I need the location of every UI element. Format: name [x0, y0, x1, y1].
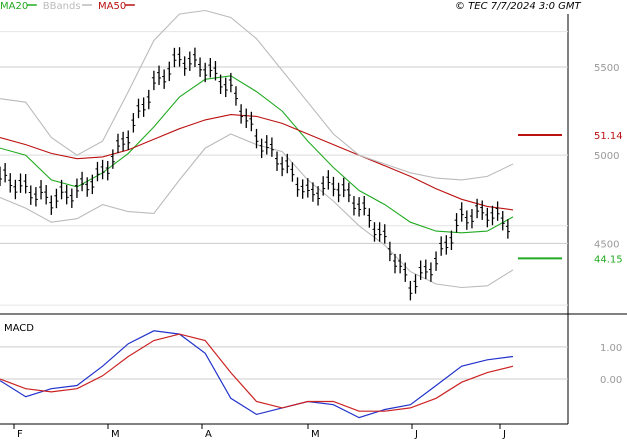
- legend-label: MA20: [0, 1, 28, 12]
- series-line-ma20: [0, 75, 514, 234]
- legend-label: BBands: [43, 1, 81, 12]
- x-tick-label: J: [502, 429, 506, 440]
- series-line-signal: [0, 333, 514, 412]
- x-tick-label: F: [17, 429, 23, 440]
- series-line-bbands-upper: [0, 9, 514, 181]
- price-tick-label: 5500: [594, 63, 619, 74]
- x-tick-label: J: [414, 429, 418, 440]
- value-tag-label: 44.15: [594, 254, 623, 265]
- legend-label: MA50: [98, 1, 126, 12]
- timestamp-label: © TEC 7/7/2024 3:0 GMT: [455, 1, 582, 12]
- price-tick-label: 5000: [594, 151, 619, 162]
- chart-canvas: 4500 5000 5500 0.00 1.00 MACD F M A M J J 51.14 44.15…: [0, 1, 627, 440]
- x-tick-label: M: [311, 429, 320, 440]
- x-tick-label: M: [111, 429, 120, 440]
- x-tick-label: A: [205, 429, 212, 440]
- price-tick-label: 4500: [594, 239, 619, 250]
- macd-tick-label: 1.00: [600, 343, 622, 354]
- series-line-macd: [0, 330, 514, 419]
- macd-title: MACD: [4, 323, 34, 334]
- chart-stage: 4500 5000 5500 0.00 1.00 MACD F M A M J J 51.14 44.15…: [0, 0, 627, 440]
- macd-tick-label: 0.00: [600, 375, 622, 386]
- value-tag-label: 51.14: [594, 131, 623, 142]
